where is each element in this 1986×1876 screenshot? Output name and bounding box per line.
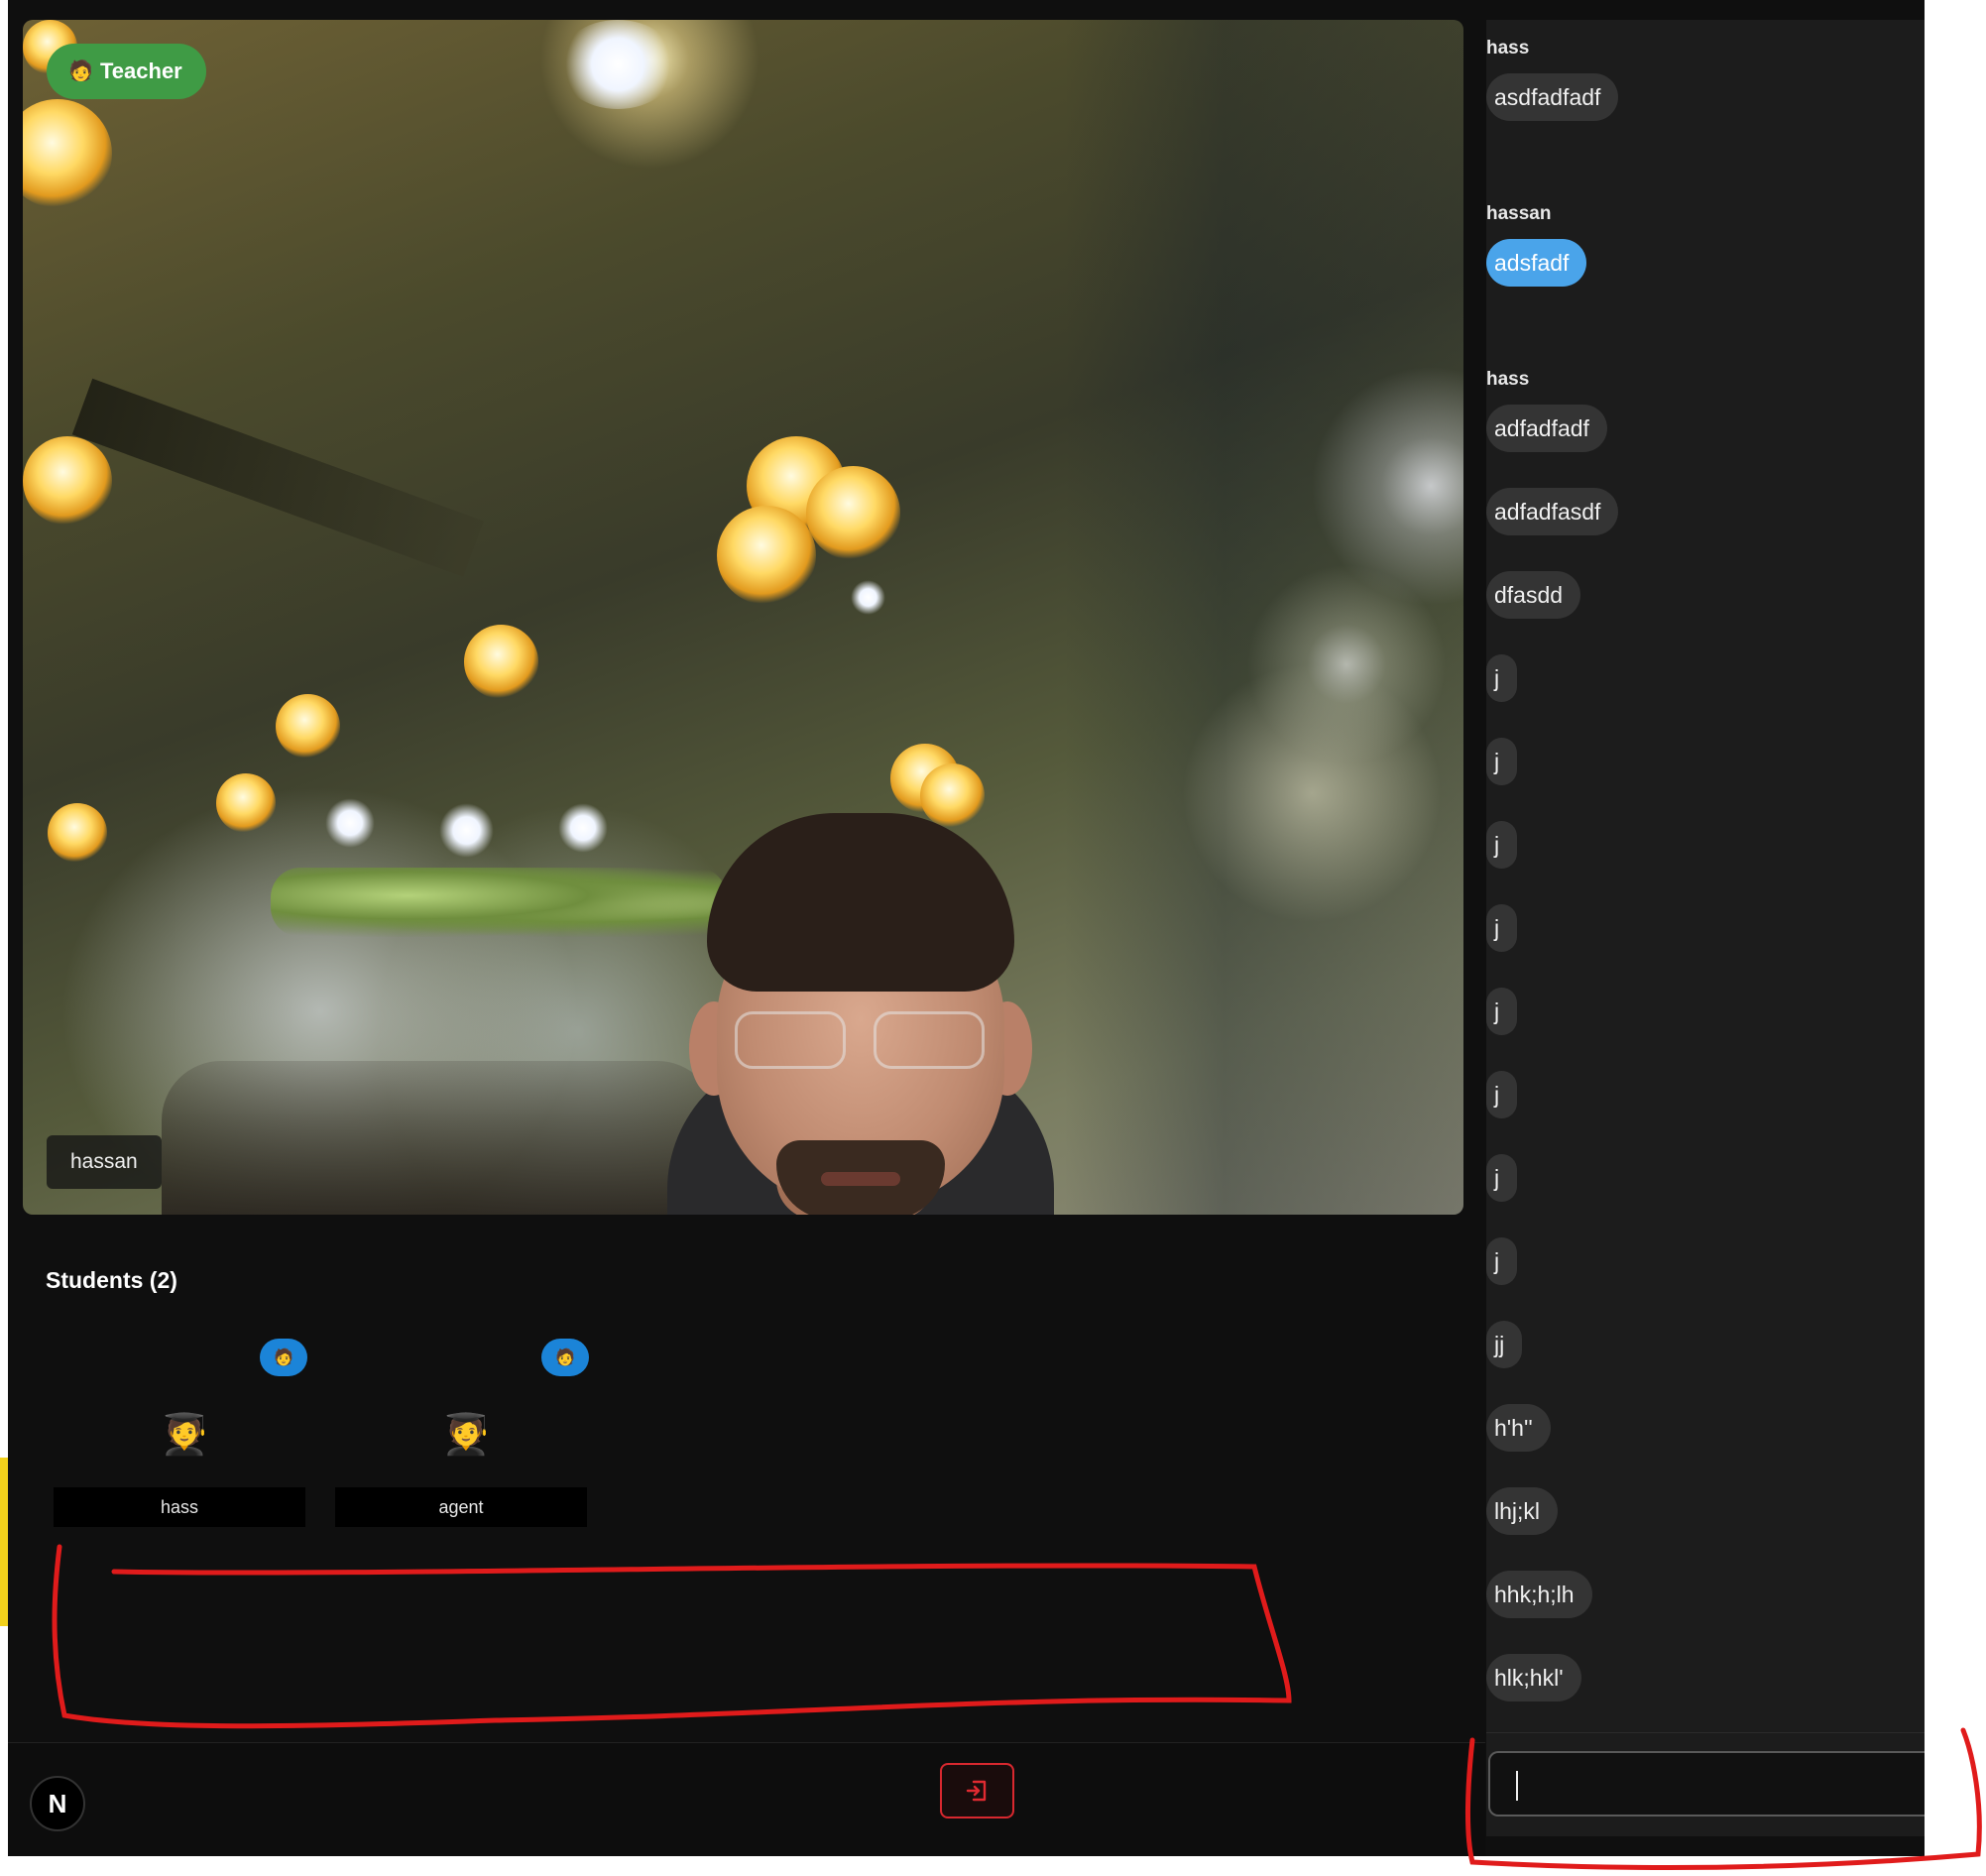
chat-sender-name: hassan xyxy=(1486,203,1552,224)
lamp xyxy=(920,763,985,828)
light xyxy=(558,803,608,853)
light xyxy=(851,580,885,615)
participant-name-tag: hassan xyxy=(47,1135,162,1189)
teacher-badge: 🧑 Teacher xyxy=(47,44,206,99)
students-heading: Students (2) xyxy=(46,1267,177,1293)
classroom-app: 🧑 Teacher hassan Students (2) 🧑 🧑‍🎓 hass… xyxy=(8,0,1965,1856)
chat-sender-name: hass xyxy=(1486,38,1530,59)
chat-message-bubble: adfadfasdf xyxy=(1486,488,1619,535)
chat-message-bubble: j xyxy=(1486,904,1518,952)
chat-message-bubble: jj xyxy=(1486,1321,1523,1368)
lamp xyxy=(717,506,816,605)
person-hair xyxy=(707,813,1014,992)
lamp xyxy=(48,803,107,863)
student-card[interactable]: 🧑 🧑‍🎓 hass xyxy=(54,1339,307,1527)
control-bar: N xyxy=(8,1742,1485,1856)
chat-divider xyxy=(1486,1732,1932,1733)
page-margin xyxy=(1925,0,1986,1856)
lamp xyxy=(23,99,112,208)
lamp xyxy=(806,466,900,560)
chat-message-bubble: asdfadfadf xyxy=(1486,73,1619,121)
chat-message-bubble: h'h'' xyxy=(1486,1404,1551,1452)
chat-message-bubble: j xyxy=(1486,654,1518,702)
chat-message-bubble: hhk;h;lh xyxy=(1486,1571,1592,1618)
chat-message-input[interactable] xyxy=(1488,1751,1925,1817)
chat-message-bubble: j xyxy=(1486,988,1518,1035)
student-card[interactable]: 🧑 🧑‍🎓 agent xyxy=(335,1339,589,1527)
teacher-emoji-icon: 🧑 xyxy=(68,60,93,82)
chat-message-bubble: adfadfadf xyxy=(1486,405,1607,452)
chat-message-bubble: lhj;kl xyxy=(1486,1487,1559,1535)
plants xyxy=(271,868,727,937)
chat-message-bubble: j xyxy=(1486,1071,1518,1118)
chat-message-bubble: dfasdd xyxy=(1486,571,1581,619)
chat-message-bubble: adsfadf xyxy=(1486,239,1587,287)
background-crowd xyxy=(162,1061,717,1215)
lamp xyxy=(276,694,340,759)
text-caret xyxy=(1516,1771,1518,1801)
person-mouth xyxy=(821,1172,900,1186)
chat-panel: hass asdfadfadf hassan adsfadf hass adfadfadf… xyxy=(1486,20,1932,1836)
student-emoji-icon: 🧑 xyxy=(541,1339,589,1376)
person-glasses xyxy=(735,1011,991,1073)
video-shade xyxy=(1064,20,1463,1215)
chat-message-bubble: j xyxy=(1486,1237,1518,1285)
app-logo[interactable]: N xyxy=(30,1776,85,1831)
exit-icon xyxy=(966,1780,986,1802)
teacher-badge-label: Teacher xyxy=(100,59,182,83)
leave-button[interactable] xyxy=(940,1763,1014,1818)
participant-name: hassan xyxy=(70,1150,138,1173)
chat-message-bubble: j xyxy=(1486,821,1518,869)
chat-message-bubble: j xyxy=(1486,1154,1518,1202)
student-name: hass xyxy=(54,1487,305,1527)
chat-message-bubble: j xyxy=(1486,738,1518,785)
student-name: agent xyxy=(335,1487,587,1527)
lamp xyxy=(216,773,276,833)
graduate-emoji-icon: 🧑‍🎓 xyxy=(441,1413,491,1457)
lamp xyxy=(23,436,112,526)
light xyxy=(439,803,494,858)
chat-message-bubble: hlk;hkl' xyxy=(1486,1654,1581,1701)
lamp xyxy=(464,625,538,699)
ceiling-beam xyxy=(71,378,484,577)
chat-sender-name: hass xyxy=(1486,369,1530,390)
teacher-video: 🧑 Teacher hassan xyxy=(23,20,1463,1215)
light xyxy=(558,20,677,109)
graduate-emoji-icon: 🧑‍🎓 xyxy=(160,1413,209,1457)
light xyxy=(325,798,375,848)
student-emoji-icon: 🧑 xyxy=(260,1339,307,1376)
